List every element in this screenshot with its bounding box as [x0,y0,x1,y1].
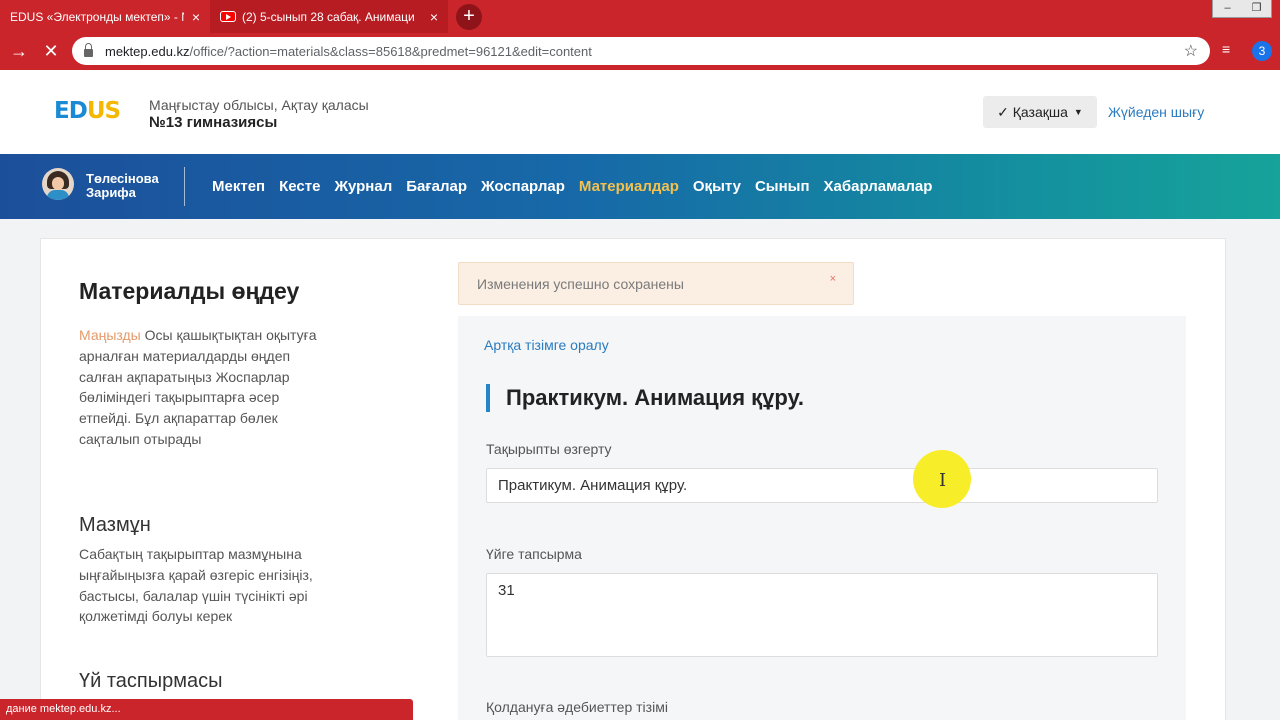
restore-button[interactable]: ❐ [1242,0,1271,17]
topic-label: Тақырыпты өзгерту [486,441,612,457]
user-last-name: Зарифа [86,185,136,200]
minimize-button[interactable]: – [1213,0,1242,17]
avatar-body [47,190,69,200]
tab-title: (2) 5-сынып 28 сабақ. Анимаци [242,9,415,24]
nav-item-materialdar[interactable]: Материалдар [579,178,679,195]
note-accent: Маңызды [79,327,141,343]
logo-letter: E [54,98,70,124]
nav-item-keste[interactable]: Кесте [279,178,320,195]
alert-message: Изменения успешно сохранены [477,276,684,292]
school-info: Маңғыстау облысы, Ақтау қаласы №13 гимна… [149,97,369,131]
content-help-text: Сабақтың тақырыптар мазмұнына ыңғайыңызғ… [79,546,313,625]
close-icon[interactable]: × [830,273,836,285]
profile-badge[interactable]: 3 [1252,41,1272,61]
homework-label: Үйге тапсырма [486,546,582,562]
sidebar-note: Маңызды Осы қашықтықтан оқытуға арналған… [79,325,331,450]
logo-letter: U [86,98,106,124]
back-to-list-link[interactable]: Артқа тізімге оралу [484,337,609,353]
browser-tab-youtube[interactable]: (2) 5-сынып 28 сабақ. Анимаци × [210,0,448,33]
school-name: №13 гимназиясы [149,114,278,131]
user-name[interactable]: Төлесінова Зарифа [86,172,159,200]
new-tab-button[interactable]: + [456,4,482,30]
avatar-face [52,177,64,190]
playlist-icon[interactable]: ≡ [1222,41,1230,57]
nav-item-synyp[interactable]: Сынып [755,178,810,195]
nav-item-zhurnal[interactable]: Журнал [334,178,392,195]
nav-item-habarlamalar[interactable]: Хабарламалар [824,178,933,195]
avatar[interactable] [42,168,74,200]
url-path: /office/?action=materials&class=85618&pr… [189,43,592,59]
section-heading-homework: Үй таспырмасы [79,670,223,692]
caret-down-icon: ▼ [1073,107,1083,117]
school-region: Маңғыстау облысы, Ақтау қаласы [149,97,369,113]
tab-close-icon[interactable]: × [192,9,200,25]
section-heading-content: Мазмұн [79,514,151,536]
nav-item-bagalar[interactable]: Бағалар [406,178,467,195]
stop-loading-icon[interactable]: ✕ [40,41,62,61]
topic-input[interactable]: Практикум. Анимация құру. [486,468,1158,503]
url-text: mektep.edu.kz/office/?action=materials&c… [105,44,1184,59]
nav-menu: Мектеп Кесте Журнал Бағалар Жоспарлар Ма… [212,178,932,195]
bookmark-star-icon[interactable]: ☆ [1184,41,1198,61]
page-title: Материалды өңдеу [79,278,300,304]
logout-link[interactable]: Жүйеден шығу [1108,104,1204,120]
literature-label: Қолдануға әдебиеттер тізімі [486,699,668,715]
text-cursor-icon: I [939,470,947,491]
note-text: Осы қашықтықтан оқытуға арналған материа… [79,327,317,447]
nav-item-mektep[interactable]: Мектеп [212,178,265,195]
language-dropdown[interactable]: ✓ Қазақша ▼ [983,96,1097,128]
lock-icon [84,43,93,57]
main-navbar: Төлесінова Зарифа Мектеп Кесте Журнал Ба… [0,154,1280,219]
youtube-icon [220,11,236,22]
address-bar[interactable]: mektep.edu.kz/office/?action=materials&c… [72,37,1210,65]
editor-panel [458,316,1186,720]
forward-arrow-icon[interactable]: → [8,41,30,61]
browser-tab-strip: EDUS «Электронды мектеп» - N × (2) 5-сын… [0,0,1280,33]
browser-toolbar: → ✕ mektep.edu.kz/office/?action=materia… [0,33,1280,70]
url-host: mektep.edu.kz [105,43,190,59]
browser-tab-edus[interactable]: EDUS «Электронды мектеп» - N × [0,0,210,33]
user-first-name: Төлесінова [86,171,159,186]
tab-title: EDUS «Электронды мектеп» - N [10,9,184,24]
nav-divider [184,167,185,206]
site-header: EDUS Маңғыстау облысы, Ақтау қаласы №13 … [0,70,1280,154]
edus-logo[interactable]: EDUS [54,98,122,124]
lesson-title: Практикум. Анимация құру. [486,384,804,412]
homework-textarea[interactable]: 31 [486,573,1158,657]
browser-status-bar: дание mektep.edu.kz... [0,699,413,720]
window-controls: – ❐ [1212,0,1272,18]
logo-letter: D [68,98,88,124]
success-alert: Изменения успешно сохранены × [458,262,854,305]
nav-item-okytu[interactable]: Оқыту [693,178,741,195]
tab-close-icon[interactable]: × [430,9,438,25]
nav-item-zhosparlar[interactable]: Жоспарлар [481,178,565,195]
language-label: ✓ Қазақша [997,103,1068,120]
logo-letter: S [104,98,122,124]
